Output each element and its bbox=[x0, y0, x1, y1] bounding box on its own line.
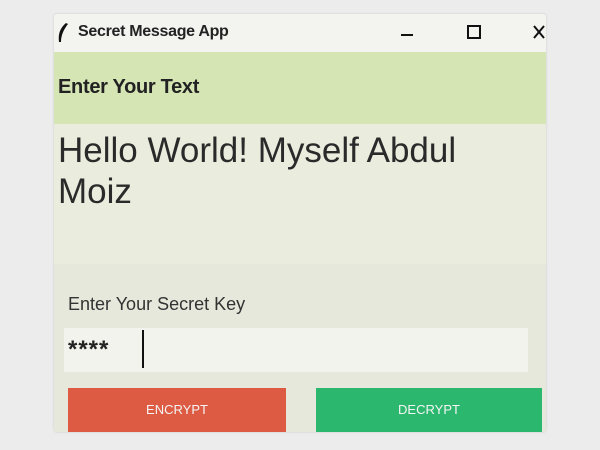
app-window: Secret Message App Enter Your Text Hello… bbox=[54, 14, 546, 432]
secret-key-input[interactable]: **** bbox=[64, 328, 528, 372]
minimize-icon bbox=[401, 34, 413, 36]
decrypt-button[interactable]: DECRYPT bbox=[316, 388, 542, 432]
text-label-bar: Enter Your Text bbox=[54, 52, 546, 124]
minimize-button[interactable] bbox=[392, 18, 422, 46]
text-caret bbox=[142, 330, 144, 368]
window-title: Secret Message App bbox=[78, 23, 229, 40]
encrypt-button[interactable]: ENCRYPT bbox=[68, 388, 286, 432]
maximize-icon bbox=[467, 25, 481, 39]
secret-key-value: **** bbox=[68, 336, 110, 363]
text-label: Enter Your Text bbox=[58, 76, 200, 98]
key-section: Enter Your Secret Key **** ENCRYPT DECRY… bbox=[54, 264, 546, 432]
text-section: Enter Your Text Hello World! Myself Abdu… bbox=[54, 52, 546, 282]
close-button[interactable] bbox=[524, 18, 546, 46]
message-textarea[interactable]: Hello World! Myself Abdul Moiz bbox=[58, 130, 528, 270]
title-bar[interactable]: Secret Message App bbox=[54, 14, 546, 52]
close-icon bbox=[533, 25, 545, 39]
feather-icon bbox=[58, 23, 68, 42]
maximize-button[interactable] bbox=[459, 18, 489, 46]
secret-key-label: Enter Your Secret Key bbox=[68, 294, 246, 314]
